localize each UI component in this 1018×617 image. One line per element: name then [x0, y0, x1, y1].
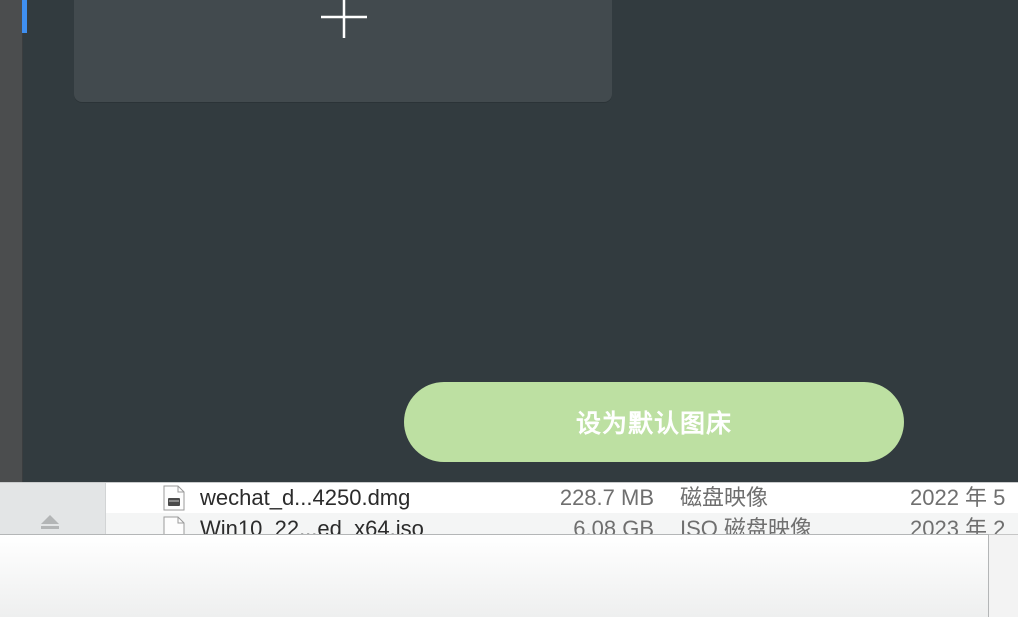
file-size: 6.08 GB: [573, 516, 654, 535]
file-row[interactable]: wechat_d...4250.dmg 228.7 MB 磁盘映像 2022 年…: [106, 483, 1018, 513]
dmg-file-icon: [163, 485, 185, 511]
file-name: Win10_22...ed_x64.iso: [200, 516, 424, 535]
plus-icon[interactable]: [318, 0, 370, 42]
set-default-picbed-button[interactable]: 设为默认图床: [404, 382, 904, 462]
active-item-indicator: [22, 0, 27, 33]
add-image-card[interactable]: [74, 0, 612, 102]
file-kind: 磁盘映像: [680, 485, 769, 510]
file-name: wechat_d...4250.dmg: [200, 485, 411, 510]
iso-file-icon: [163, 516, 185, 535]
picbed-settings-panel: 设为默认图床: [0, 0, 1018, 482]
bottom-window-panel: [0, 534, 989, 617]
window-edge: [989, 534, 1018, 617]
finder-sidebar: [0, 483, 106, 535]
file-list: wechat_d...4250.dmg 228.7 MB 磁盘映像 2022 年…: [106, 483, 1018, 535]
eject-icon[interactable]: [40, 513, 60, 531]
file-size: 228.7 MB: [559, 485, 654, 510]
finder-window: wechat_d...4250.dmg 228.7 MB 磁盘映像 2022 年…: [0, 482, 1018, 535]
file-kind: ISO 磁盘映像: [680, 516, 813, 535]
sidebar-strip: [0, 0, 23, 482]
file-date: 2022 年 5: [910, 485, 1006, 510]
file-date: 2023 年 2: [910, 516, 1006, 535]
file-row[interactable]: Win10_22...ed_x64.iso 6.08 GB ISO 磁盘映像 2…: [106, 513, 1018, 535]
